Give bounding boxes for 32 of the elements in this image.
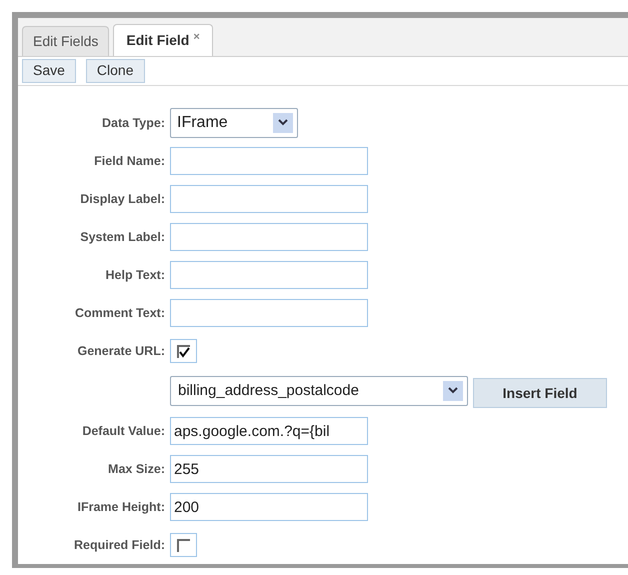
field-label: Comment Text: (74, 304, 165, 322)
field-label: IFrame Height: (77, 498, 165, 516)
dropdown[interactable]: IFrame (170, 108, 298, 138)
caret-icon (443, 381, 463, 401)
tab[interactable]: Edit Field × (113, 24, 213, 56)
field-label: Data Type: (102, 114, 165, 132)
checkbox[interactable] (177, 538, 190, 552)
tab[interactable]: Edit Fields (22, 26, 110, 56)
text-field[interactable] (170, 299, 368, 327)
field-label: Field Name: (94, 152, 165, 170)
dropdown[interactable]: billing_address_postalcode (170, 376, 468, 406)
text-field[interactable]: 200 (170, 493, 368, 521)
text-field[interactable]: 255 (170, 455, 368, 483)
caret-icon (273, 113, 293, 133)
close-icon[interactable]: × (193, 28, 200, 46)
text-field[interactable] (170, 261, 368, 289)
insert-field-button[interactable]: Insert Field (473, 378, 607, 408)
field-label: Required Field: (74, 536, 165, 554)
field-label: Default Value: (82, 422, 165, 440)
text-field[interactable] (170, 223, 368, 251)
field-label: Display Label: (80, 190, 165, 208)
text-field[interactable] (170, 147, 368, 175)
field-label: Max Size: (108, 460, 165, 478)
field-label: System Label: (80, 228, 165, 246)
check-icon (179, 346, 190, 358)
checkbox[interactable] (177, 344, 190, 358)
text-field[interactable] (170, 185, 368, 213)
text-field[interactable]: aps.google.com.?q={bil (170, 417, 368, 445)
field-label: Help Text: (106, 266, 165, 284)
toolbar-button[interactable]: Save (22, 58, 76, 83)
toolbar-button[interactable]: Clone (86, 58, 145, 83)
field-label: Generate URL: (77, 342, 165, 360)
